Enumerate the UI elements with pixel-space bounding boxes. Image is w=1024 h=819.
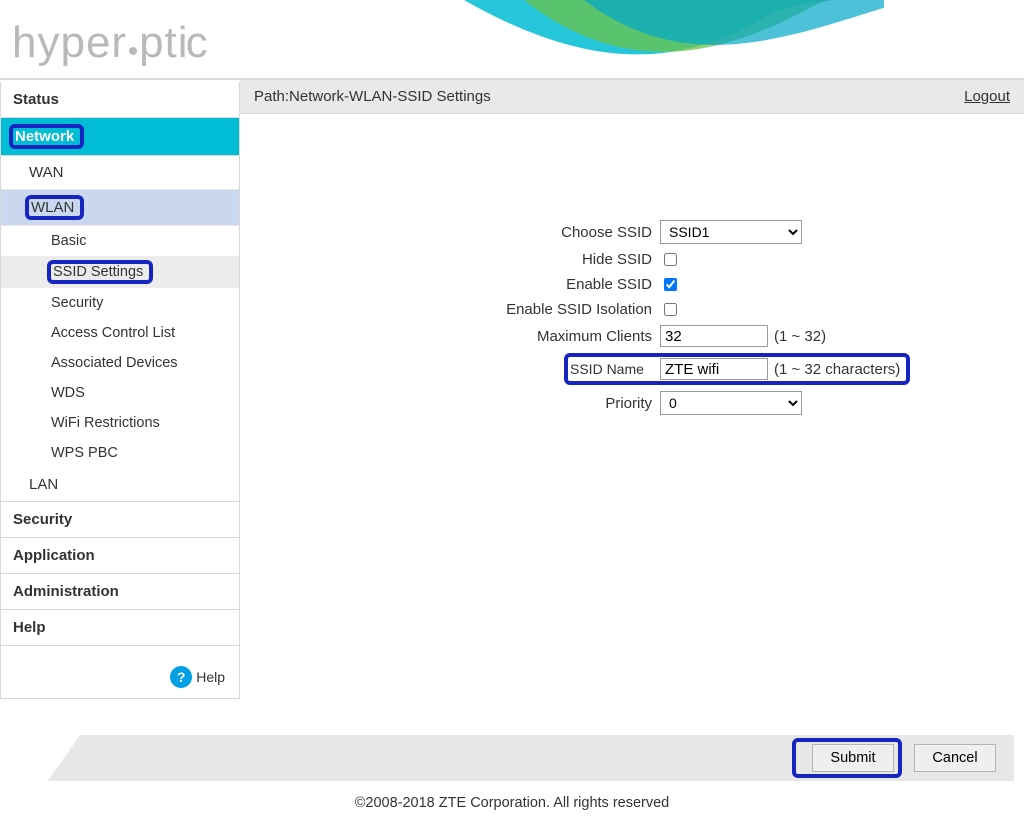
nav-ssid-settings-label: SSID Settings: [53, 264, 143, 280]
cancel-button[interactable]: Cancel: [914, 744, 996, 772]
ssid-name-input[interactable]: [660, 358, 768, 380]
header-ribbon-art: [464, 0, 884, 78]
pathbar: Path:Network-WLAN-SSID Settings Logout: [240, 80, 1024, 114]
sidebar-help-link[interactable]: ? Help: [170, 666, 225, 688]
hide-ssid-checkbox[interactable]: [664, 253, 677, 266]
enable-ssid-checkbox[interactable]: [664, 278, 677, 291]
nav-basic[interactable]: Basic: [1, 226, 239, 256]
nav-wds[interactable]: WDS: [1, 378, 239, 408]
nav-administration[interactable]: Administration: [1, 574, 239, 610]
logo-dot-icon: [129, 47, 137, 55]
max-clients-label: Maximum Clients: [240, 328, 660, 345]
nav-ssid-settings[interactable]: SSID Settings: [1, 256, 239, 288]
sidebar: Status Network WAN WLAN Basic SSID Setti…: [0, 82, 240, 699]
hide-ssid-label: Hide SSID: [240, 251, 660, 268]
nav-application[interactable]: Application: [1, 538, 239, 574]
max-clients-input[interactable]: [660, 325, 768, 347]
ssid-settings-form: Choose SSID SSID1 Hide SSID Enable SSID …: [240, 114, 1024, 415]
priority-label: Priority: [240, 395, 660, 412]
enable-ssid-iso-label: Enable SSID Isolation: [240, 301, 660, 318]
enable-ssid-label: Enable SSID: [240, 276, 660, 293]
action-bar: Submit Cancel: [10, 735, 1014, 781]
logout-link[interactable]: Logout: [964, 88, 1010, 105]
help-icon: ?: [170, 666, 192, 688]
ssid-name-label: SSID Name: [570, 361, 660, 377]
enable-ssid-iso-checkbox[interactable]: [664, 303, 677, 316]
highlight-network: Network: [9, 124, 84, 149]
choose-ssid-label: Choose SSID: [240, 224, 660, 241]
nav-associated-devices[interactable]: Associated Devices: [1, 348, 239, 378]
nav-wlan[interactable]: WLAN: [1, 190, 239, 226]
breadcrumb: Path:Network-WLAN-SSID Settings: [254, 88, 491, 105]
nav-network[interactable]: Network: [1, 118, 239, 156]
nav-security-sub[interactable]: Security: [1, 288, 239, 318]
brand-logo: hyperptic: [12, 18, 209, 67]
nav-network-label: Network: [15, 128, 74, 145]
nav-security[interactable]: Security: [1, 502, 239, 538]
nav-wifi-restrictions[interactable]: WiFi Restrictions: [1, 408, 239, 438]
submit-button[interactable]: Submit: [812, 744, 894, 772]
nav-lan[interactable]: LAN: [1, 468, 239, 502]
app-root: hyperptic Status Network WAN WLAN Basic …: [0, 0, 1024, 819]
nav-help[interactable]: Help: [1, 610, 239, 646]
highlight-wlan: WLAN: [25, 195, 84, 220]
priority-select[interactable]: 0: [660, 391, 802, 415]
highlight-submit: Submit: [792, 738, 902, 778]
highlight-ssid-name-row: SSID Name (1 ~ 32 characters): [564, 353, 910, 385]
nav-acl[interactable]: Access Control List: [1, 318, 239, 348]
nav-wps-pbc[interactable]: WPS PBC: [1, 438, 239, 468]
nav-wan[interactable]: WAN: [1, 156, 239, 190]
nav-wlan-label: WLAN: [31, 199, 74, 216]
ssid-name-hint: (1 ~ 32 characters): [774, 361, 900, 378]
highlight-ssid-settings: SSID Settings: [47, 260, 153, 284]
sidebar-help-label: Help: [196, 669, 225, 685]
max-clients-hint: (1 ~ 32): [774, 328, 826, 345]
copyright: ©2008-2018 ZTE Corporation. All rights r…: [0, 781, 1024, 819]
main: Path:Network-WLAN-SSID Settings Logout C…: [240, 80, 1024, 421]
choose-ssid-select[interactable]: SSID1: [660, 220, 802, 244]
body: Status Network WAN WLAN Basic SSID Setti…: [0, 80, 1024, 699]
header: hyperptic: [0, 0, 1024, 80]
nav-status[interactable]: Status: [1, 82, 239, 118]
